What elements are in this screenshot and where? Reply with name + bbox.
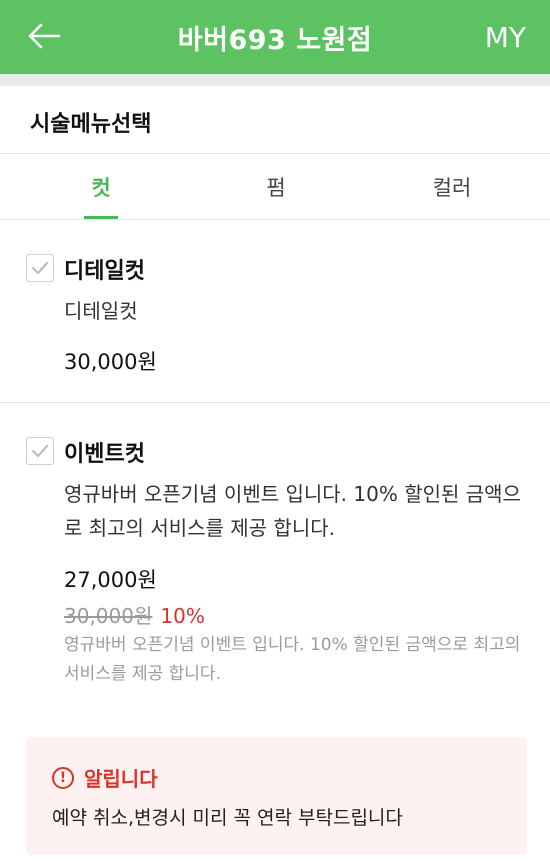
header-separator [0, 74, 550, 86]
original-price: 30,000원 [64, 604, 153, 628]
notice-header: ! 알립니다 [52, 763, 158, 792]
page-title: 시술메뉴선택 [30, 112, 152, 137]
item-description: 영규바버 오픈기념 이벤트 입니다. 10% 할인된 금액으로 최고의 서비스를… [64, 482, 521, 540]
app-header: 바버693 노원점 MY [0, 0, 550, 74]
tab-label: 컷 [91, 176, 111, 200]
tab-color[interactable]: 컬러 [360, 154, 544, 220]
item-name: 이벤트컷 [64, 442, 145, 467]
exclamation-circle-icon: ! [52, 766, 74, 789]
menu-item: 디테일컷 디테일컷 30,000원 [0, 220, 550, 402]
item-checkbox[interactable] [26, 437, 54, 465]
item-price: 27,000원 [64, 568, 157, 592]
tab-perm[interactable]: 펌 [184, 154, 368, 220]
check-icon [31, 261, 49, 275]
shop-title: 바버693 노원점 [177, 24, 373, 56]
item-note: 영규바버 오픈기념 이벤트 입니다. 10% 할인된 금액으로 최고의 서비스를… [64, 635, 521, 684]
item-description: 디테일컷 [64, 299, 138, 323]
original-price-row: 30,000원 10% [64, 600, 205, 629]
item-checkbox[interactable] [26, 254, 54, 282]
check-icon [31, 444, 49, 458]
menu-tabs: 컷 펌 컬러 [0, 154, 550, 220]
notice-message: 예약 취소,변경시 미리 꼭 연락 부탁드립니다 [52, 807, 403, 829]
tab-label: 컬러 [432, 176, 472, 200]
tab-cut[interactable]: 컷 [9, 154, 193, 220]
discount-rate: 10% [160, 604, 205, 628]
item-name: 디테일컷 [64, 259, 145, 284]
notice-title: 알립니다 [84, 767, 158, 791]
tab-label: 펌 [266, 176, 286, 200]
notice-box: ! 알립니다 예약 취소,변경시 미리 꼭 연락 부탁드립니다 [26, 737, 527, 855]
item-price: 30,000원 [64, 350, 157, 374]
my-page-button[interactable]: MY [485, 0, 526, 74]
menu-item: 이벤트컷 영규바버 오픈기념 이벤트 입니다. 10% 할인된 금액으로 최고의… [0, 403, 550, 723]
